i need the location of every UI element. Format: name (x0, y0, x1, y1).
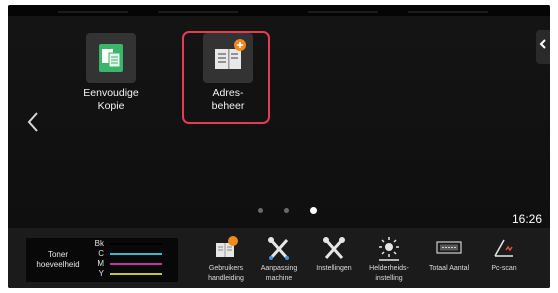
toner-letter: Y (98, 269, 104, 278)
toner-row-bk: Bk (86, 239, 176, 249)
toner-label: Toner hoeveelheid (36, 250, 80, 269)
toolbar-label: Pc-scan (491, 265, 517, 272)
brightness-button[interactable]: Helderheids- instelling (363, 234, 415, 283)
toner-letter: M (97, 259, 104, 268)
settings-button[interactable]: Instellingen (308, 234, 360, 274)
home-screen: Eenvoudige Kopie Adres- beheer 16:26 (8, 16, 550, 228)
toner-row-m: M (86, 259, 176, 269)
app-address-book[interactable]: Adres- beheer (186, 33, 270, 112)
page-dot[interactable] (284, 208, 289, 213)
bottom-toolbar: Toner hoeveelheid Bk C M Y Gebruikers ha… (8, 228, 550, 288)
toner-bar (110, 263, 162, 265)
app-label: Adres- beheer (211, 87, 245, 112)
total-count-icon (423, 234, 475, 262)
toner-row-c: C (86, 249, 176, 259)
pc-scan-icon (478, 234, 530, 262)
total-count-button[interactable]: Totaal Aantal (423, 234, 475, 274)
copy-icon (86, 33, 136, 83)
clock: 16:26 (511, 212, 542, 226)
settings-tools-icon (308, 234, 360, 262)
app-label: Eenvoudige Kopie (83, 87, 139, 112)
pc-scan-button[interactable]: Pc-scan (478, 234, 530, 274)
app-simple-copy[interactable]: Eenvoudige Kopie (69, 33, 153, 112)
toner-letter: C (98, 249, 104, 258)
toolbar-label: Gebruikers handleiding (208, 265, 244, 282)
brightness-icon (363, 234, 415, 262)
toolbar-label: Helderheids- instelling (369, 265, 409, 282)
touch-panel-screen: Eenvoudige Kopie Adres- beheer 16:26 Ton… (8, 5, 550, 288)
machine-adjust-icon (253, 234, 305, 262)
user-manual-button[interactable]: Gebruikers handleiding (200, 234, 252, 283)
top-status-bar (8, 5, 550, 16)
side-panel-toggle[interactable] (536, 30, 550, 64)
toolbar-label: Aanpassing machine (260, 265, 298, 282)
manual-icon (200, 234, 252, 262)
address-book-icon (203, 33, 253, 83)
page-dot[interactable] (258, 208, 263, 213)
page-dot-active[interactable] (310, 207, 317, 214)
toolbar-label: Totaal Aantal (428, 265, 470, 272)
chevron-left-icon[interactable] (26, 111, 40, 137)
toner-bar (110, 273, 162, 275)
toner-letter: Bk (94, 239, 104, 248)
toner-row-y: Y (86, 269, 176, 279)
chevron-left-small-icon (539, 39, 546, 49)
machine-adjust-button[interactable]: Aanpassing machine (253, 234, 305, 283)
toolbar-label: Instellingen (316, 265, 352, 272)
toner-bar (110, 243, 162, 245)
toner-level-panel[interactable]: Toner hoeveelheid Bk C M Y (26, 238, 178, 282)
toner-bar (110, 253, 162, 255)
